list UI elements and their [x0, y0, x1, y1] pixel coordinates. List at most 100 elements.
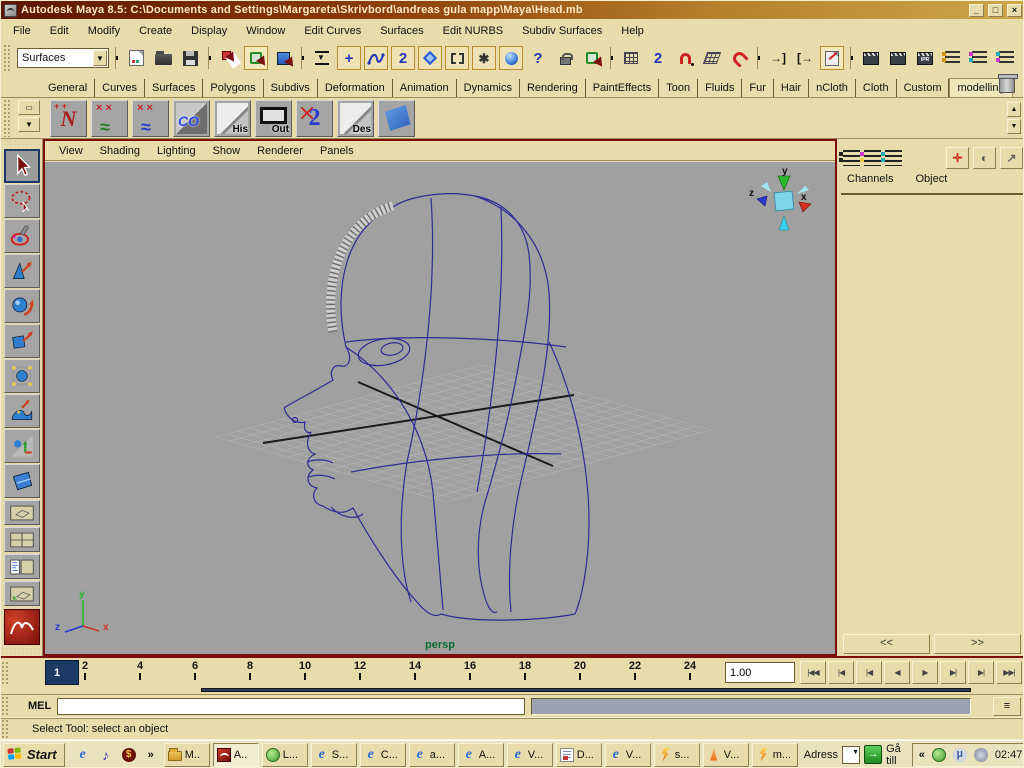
go-button[interactable]: →: [864, 745, 882, 764]
manipulator-axes-button[interactable]: ✛: [946, 147, 969, 169]
menubar-item[interactable]: Edit: [50, 25, 69, 37]
timeslider-drag-handle[interactable]: [1, 661, 10, 686]
playback-button[interactable]: ▶: [912, 661, 938, 684]
menubar-item[interactable]: Create: [139, 25, 172, 37]
shelf-trash-icon[interactable]: [999, 76, 1015, 93]
taskbar-task-button[interactable]: L...: [262, 743, 308, 767]
playback-button[interactable]: |◀◀: [800, 661, 826, 684]
toolbar-separator[interactable]: [301, 47, 304, 69]
shelf-tab[interactable]: Hair: [774, 79, 809, 97]
toolbar-drag-handle[interactable]: [3, 44, 12, 72]
select-tool-button[interactable]: [4, 149, 40, 183]
menubar-item[interactable]: File: [13, 25, 31, 37]
channel-box-menu-item[interactable]: Channels: [847, 173, 893, 185]
maya-logo-button[interactable]: [4, 609, 40, 645]
input-connections-button[interactable]: →]: [766, 46, 790, 70]
taskbar-task-button[interactable]: A..: [213, 743, 259, 767]
viewport-canvas[interactable]: y z x y z x persp: [45, 162, 835, 654]
render-current-frame-button[interactable]: [886, 46, 910, 70]
shelf-item-button[interactable]: [91, 100, 128, 137]
shelf-tab[interactable]: Fluids: [698, 79, 742, 97]
shelf-tab[interactable]: Subdivs: [264, 79, 318, 97]
script-editor-button[interactable]: ≡: [993, 697, 1021, 716]
save-scene-button[interactable]: [178, 46, 202, 70]
timeline-tick[interactable]: 16: [450, 660, 490, 680]
playback-rate-field[interactable]: [725, 662, 795, 683]
select-by-component-button[interactable]: [271, 46, 295, 70]
panel-menu-item[interactable]: Show: [213, 145, 241, 157]
range-slider[interactable]: [1, 686, 1024, 694]
menubar-item[interactable]: Modify: [88, 25, 120, 37]
shelf-tab[interactable]: Animation: [393, 79, 457, 97]
shelf-tab[interactable]: Custom: [897, 79, 950, 97]
time-slider[interactable]: 1 24681012141618202224 |◀◀|◀|◀◀▶▶|▶|▶▶|: [1, 656, 1024, 686]
quick-launch-icon[interactable]: [120, 746, 138, 764]
command-line-drag-handle[interactable]: [1, 696, 10, 716]
slide-right-button[interactable]: >>: [934, 634, 1021, 654]
snap-to-grids-button[interactable]: [619, 46, 643, 70]
shelf-item-button[interactable]: [132, 100, 169, 137]
shelf-tab[interactable]: Deformation: [318, 79, 393, 97]
toolbar-separator[interactable]: [850, 47, 853, 69]
help-line-drag-handle[interactable]: [1, 719, 10, 738]
shelf-item-button[interactable]: His: [214, 100, 251, 137]
timeline-tick[interactable]: 20: [560, 660, 600, 680]
snap-to-points-button[interactable]: [673, 46, 697, 70]
snap-to-view-planes-button[interactable]: [700, 46, 724, 70]
tray-icon[interactable]: [972, 746, 990, 764]
single-pane-layout-button[interactable]: [4, 500, 40, 525]
menubar-item[interactable]: Help: [621, 25, 644, 37]
shelf-tab[interactable]: Curves: [95, 79, 145, 97]
timeline-tick[interactable]: 24: [670, 660, 710, 680]
shelf-item-button[interactable]: CO: [173, 100, 210, 137]
shelf-tab[interactable]: Surfaces: [145, 79, 203, 97]
tray-icon[interactable]: [930, 746, 948, 764]
highlight-selection-button[interactable]: [580, 46, 604, 70]
attribute-editor-button[interactable]: [967, 46, 991, 70]
show-manipulator-tool-button[interactable]: [4, 429, 40, 463]
taskbar-task-button[interactable]: C...: [360, 743, 406, 767]
speed-toggle-button[interactable]: ◐: [973, 147, 996, 169]
help-button[interactable]: ?: [526, 46, 550, 70]
snap-cross-button[interactable]: +: [337, 46, 361, 70]
taskbar-task-button[interactable]: V...: [703, 743, 749, 767]
shelf-tab[interactable]: Rendering: [520, 79, 586, 97]
channel-box-menu-item[interactable]: Object: [915, 173, 947, 185]
shelf-tab[interactable]: Dynamics: [457, 79, 520, 97]
timeline-tick[interactable]: 22: [615, 660, 655, 680]
close-button[interactable]: ×: [1007, 4, 1022, 17]
shelf-item-button[interactable]: [378, 100, 415, 137]
timeline-tick[interactable]: 2: [65, 660, 105, 680]
shelf-item-button[interactable]: [296, 100, 333, 137]
construction-history-button[interactable]: [820, 46, 844, 70]
quick-launch-icon[interactable]: [74, 746, 92, 764]
lock-selection-button[interactable]: [553, 46, 577, 70]
taskbar-task-button[interactable]: S...: [311, 743, 357, 767]
shelf-scroll-up[interactable]: ▲: [1007, 102, 1021, 117]
start-button[interactable]: Start: [3, 743, 65, 767]
timeline-tick[interactable]: 14: [395, 660, 435, 680]
playback-button[interactable]: |◀: [856, 661, 882, 684]
taskbar-task-button[interactable]: V...: [605, 743, 651, 767]
timeline-tick[interactable]: 4: [120, 660, 160, 680]
output-connections-button[interactable]: [→: [793, 46, 817, 70]
channel-layout-icon-1[interactable]: [843, 150, 860, 166]
snap-plane-button[interactable]: [418, 46, 442, 70]
minimize-button[interactable]: _: [969, 4, 984, 17]
make-live-button[interactable]: [310, 46, 334, 70]
shelf-item-button[interactable]: Out: [255, 100, 292, 137]
mel-label[interactable]: MEL: [18, 700, 51, 712]
panel-menu-item[interactable]: Renderer: [257, 145, 303, 157]
timeline-tick[interactable]: 10: [285, 660, 325, 680]
shelf-tab[interactable]: Toon: [659, 79, 698, 97]
playback-button[interactable]: ▶|: [968, 661, 994, 684]
snap-curve-button[interactable]: 2: [391, 46, 415, 70]
snap-curve-points-button[interactable]: [364, 46, 388, 70]
split-pane-layout-button[interactable]: [4, 581, 40, 606]
timeline-tick[interactable]: 18: [505, 660, 545, 680]
timeline-tick[interactable]: 8: [230, 660, 270, 680]
slide-left-button[interactable]: <<: [843, 634, 930, 654]
lattice-button[interactable]: [445, 46, 469, 70]
shelf-item-button[interactable]: Des: [337, 100, 374, 137]
ipr-render-button[interactable]: IPR: [913, 46, 937, 70]
